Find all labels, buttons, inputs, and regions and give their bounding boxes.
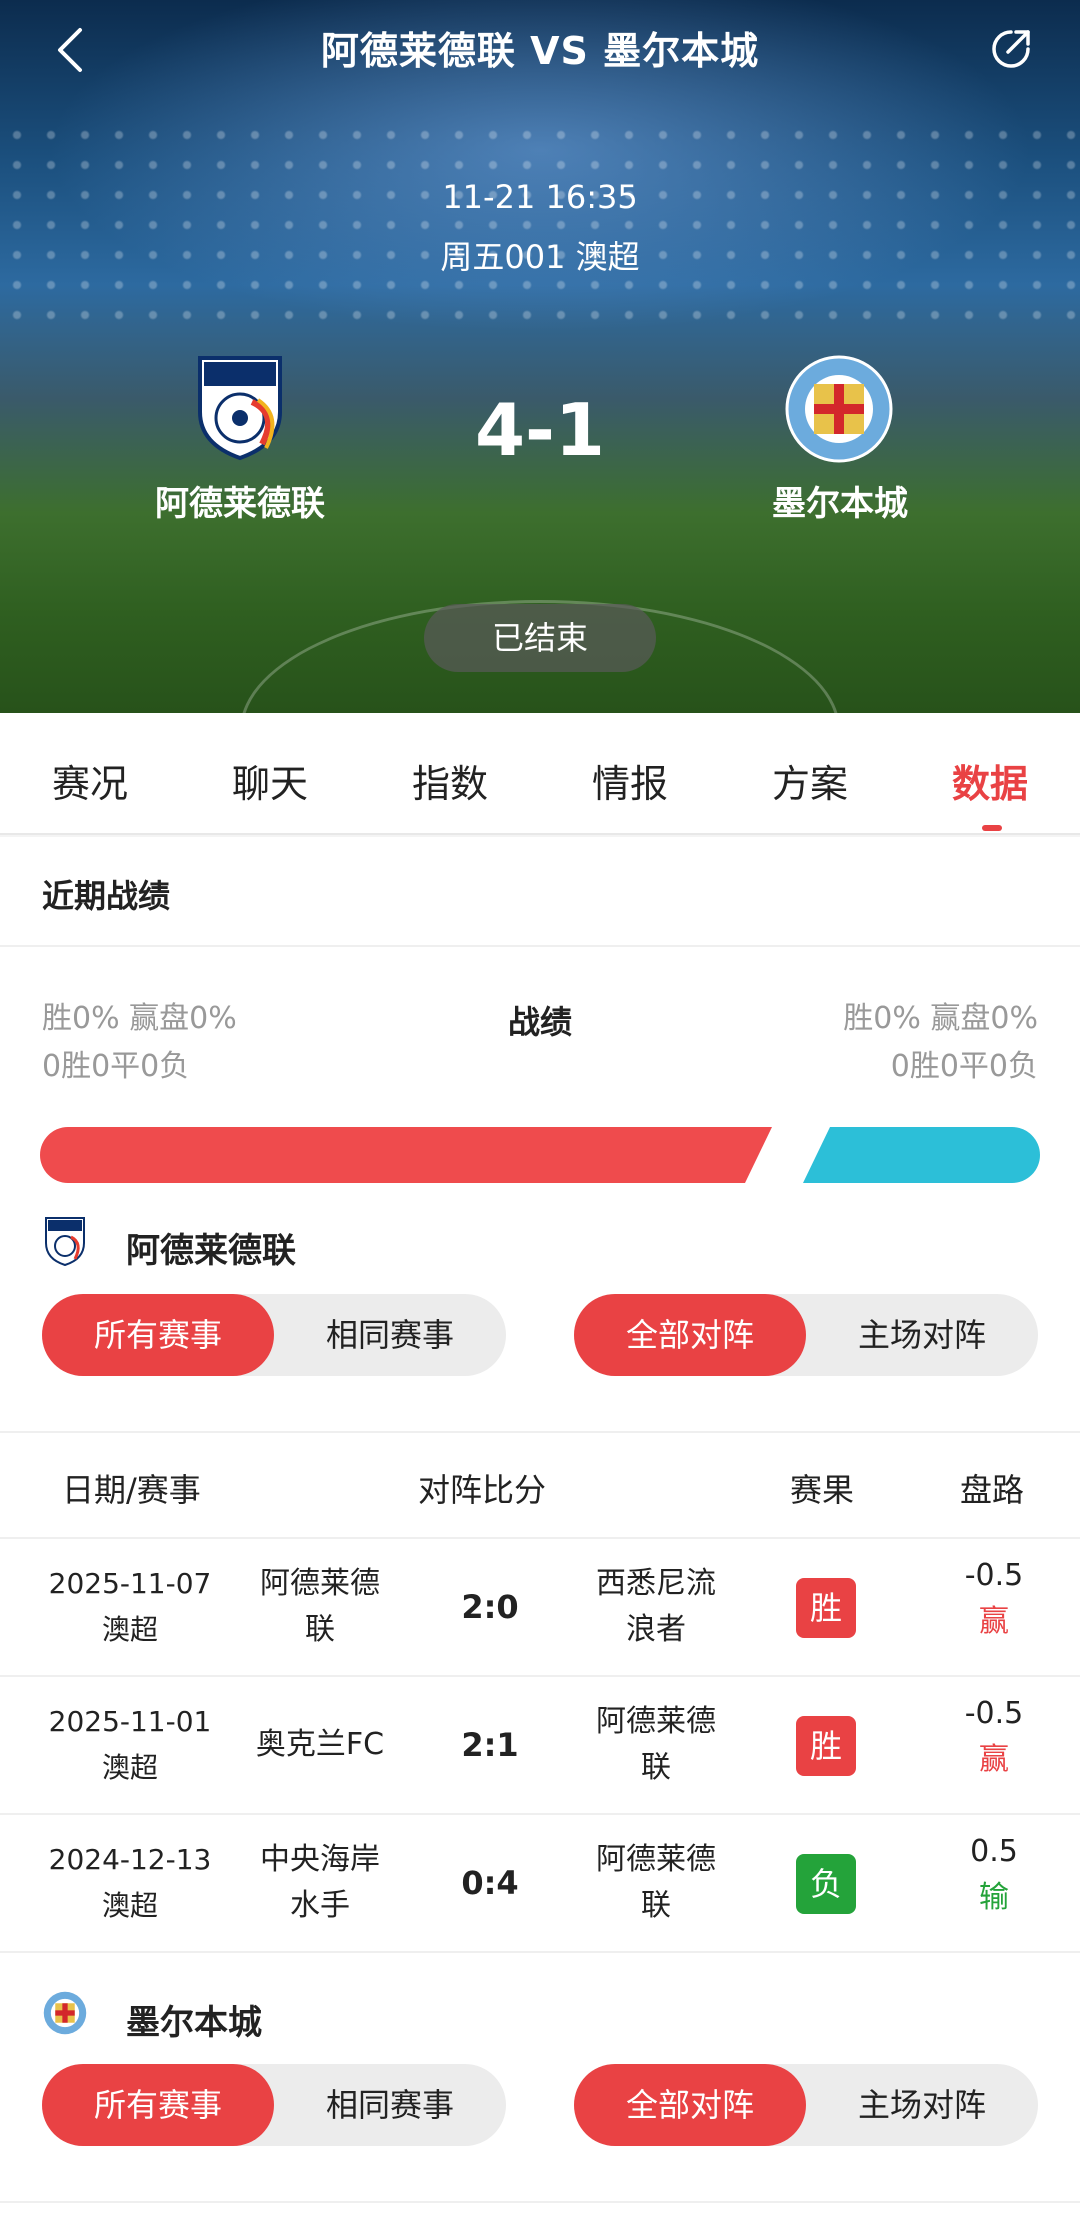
result-badge: 胜 [796,1578,856,1638]
record-label: 战绩 [507,1003,572,1041]
home-team-name: 阿德莱德联 [155,484,325,524]
match-header: 阿德莱德联 VS 墨尔本城 11-21 16:35 周五001 澳超 阿德莱德联… [0,0,1080,713]
home-record-summary: 胜0% 赢盘0% 0胜0平0负 [42,995,237,1091]
away-team: 阿德莱德联 [596,1842,716,1923]
page-title: 阿德莱德联 VS 墨尔本城 [320,29,760,73]
away-record-summary: 胜0% 赢盘0% 0胜0平0负 [843,995,1038,1091]
filter-all-competitions[interactable]: 所有赛事 [42,1294,274,1376]
header-date: 日期/赛事 [62,1471,201,1509]
away-record-bar [803,1127,1040,1183]
table-row[interactable]: 2025-11-01 澳超 奥克兰FC 2:1 阿德莱德联 胜 -0.5 赢 [0,1677,1080,1815]
away-team-label: 墨尔本城 [126,2003,262,2043]
venue-filter: 全部对阵 主场对阵 [574,1294,1038,1376]
home-team-mini-logo [45,1217,85,1267]
filter-same-competition[interactable]: 相同赛事 [274,1294,506,1376]
section-title: 近期战绩 [42,877,171,915]
away-win-rate: 胜0% 赢盘0% [843,1001,1038,1036]
filter-all-competitions[interactable]: 所有赛事 [42,2064,274,2146]
competition-filter: 所有赛事 相同赛事 [42,2064,506,2146]
venue-filter: 全部对阵 主场对阵 [574,2064,1038,2146]
final-score: 4-1 [474,388,606,472]
recent-form-panel: 胜0% 赢盘0% 0胜0平0负 战绩 胜0% 赢盘0% 0胜0平0负 阿德莱德联… [0,947,1080,2229]
filter-same-competition[interactable]: 相同赛事 [274,2064,506,2146]
header-handicap: 盘路 [960,1471,1025,1509]
tab-odds[interactable]: 指数 [370,753,530,808]
filter-home-matches[interactable]: 主场对阵 [806,2064,1038,2146]
share-icon[interactable] [988,26,1034,72]
home-team: 奥克兰FC [255,1727,385,1762]
home-wdl: 0胜0平0负 [42,1049,190,1084]
away-team-mini-logo [43,1991,87,2035]
stadium-lights [0,120,1080,340]
handicap-cell: -0.5 赢 [964,1696,1024,1777]
header-result: 赛果 [790,1471,855,1509]
match-score: 0:4 [461,1864,519,1902]
home-record-bar [40,1127,772,1183]
match-time: 11-21 16:35 [442,178,638,216]
match-date: 2025-11-01 澳超 [48,1705,212,1784]
recent-form-header: 近期战绩 [0,837,1080,947]
handicap-cell: 0.5 输 [970,1834,1018,1915]
filter-all-matches[interactable]: 全部对阵 [574,1294,806,1376]
result-badge: 胜 [796,1716,856,1776]
tab-plans[interactable]: 方案 [730,753,890,808]
record-comparison-bar [40,1127,1040,1183]
active-tab-indicator [982,825,1002,831]
filter-all-matches[interactable]: 全部对阵 [574,2064,806,2146]
away-team: 西悉尼流 浪者 [596,1566,716,1647]
tab-chat[interactable]: 聊天 [190,753,350,808]
competition-filter: 所有赛事 相同赛事 [42,1294,506,1376]
table-row[interactable]: 2025-11-07 澳超 阿德莱德联 2:0 西悉尼流 浪者 胜 -0.5 赢 [0,1539,1080,1677]
match-score: 2:0 [461,1588,519,1626]
section-divider [0,2201,1080,2203]
away-team: 阿德莱德联 [596,1704,716,1785]
home-team-logo [198,356,282,461]
tab-data[interactable]: 数据 [910,753,1070,808]
tab-intel[interactable]: 情报 [550,753,710,808]
away-team-name: 墨尔本城 [772,484,908,524]
home-team-label: 阿德莱德联 [126,1231,296,1271]
filter-home-matches[interactable]: 主场对阵 [806,1294,1038,1376]
home-team: 阿德莱德联 [260,1566,380,1647]
away-team-logo [785,355,893,463]
header-matchup: 对阵比分 [418,1471,547,1509]
table-row[interactable]: 2024-12-13 澳超 中央海岸 水手 0:4 阿德莱德联 负 0.5 输 [0,1815,1080,1953]
match-status-badge: 已结束 [424,604,656,672]
tab-bar: 赛况 聊天 指数 情报 方案 数据 [0,713,1080,835]
match-date: 2025-11-07 澳超 [48,1567,212,1646]
table-header: 日期/赛事 对阵比分 赛果 盘路 [0,1465,1080,1525]
match-score: 2:1 [461,1726,519,1764]
home-team: 中央海岸 水手 [260,1842,380,1923]
match-league: 周五001 澳超 [440,238,640,276]
result-badge: 负 [796,1854,856,1914]
home-win-rate: 胜0% 赢盘0% [42,1001,237,1036]
match-date: 2024-12-13 澳超 [48,1843,212,1922]
section-divider [0,1431,1080,1433]
handicap-cell: -0.5 赢 [964,1558,1024,1639]
away-wdl: 0胜0平0负 [890,1049,1038,1084]
tab-live[interactable]: 赛况 [10,753,170,808]
